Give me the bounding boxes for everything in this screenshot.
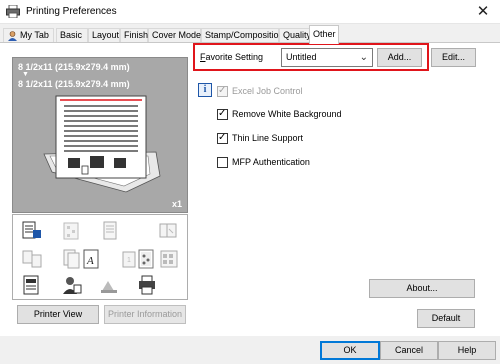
duplex-icon[interactable] <box>61 249 83 269</box>
thin-line-support-label: Thin Line Support <box>232 133 304 143</box>
printer-view-label: Printer View <box>33 309 83 319</box>
tab-label: Layout <box>92 30 120 40</box>
copies-count: x1 <box>171 199 182 209</box>
printer-app-icon <box>6 5 20 18</box>
tab-basic[interactable]: Basic <box>56 28 88 43</box>
close-icon[interactable]: ✕ <box>466 0 500 23</box>
tab-cover-mode[interactable]: Cover Mode <box>148 28 201 43</box>
document-list-icon[interactable] <box>21 275 43 295</box>
scatter-pages-icon[interactable] <box>61 221 83 241</box>
about-label: About... <box>406 283 438 293</box>
default-button[interactable]: Default <box>417 309 475 328</box>
default-label: Default <box>431 313 461 323</box>
page-preview: 8 1/2x11 (215.9x279.4 mm) ▼ 8 1/2x11 (21… <box>12 57 188 213</box>
info-icon: i <box>198 83 212 97</box>
function-icon-panel: A 1 <box>12 214 188 300</box>
cancel-button[interactable]: Cancel <box>380 341 438 360</box>
output-tray-icon[interactable] <box>21 221 43 241</box>
svg-text:1: 1 <box>127 257 131 264</box>
tab-stamp-composition[interactable]: Stamp/Composition <box>201 28 284 43</box>
poster-icon[interactable] <box>137 249 159 269</box>
check-icon: ✓ <box>218 85 227 96</box>
down-arrow-icon: ▼ <box>22 71 29 78</box>
stamp-icon[interactable] <box>99 275 121 295</box>
fold-pages-icon[interactable] <box>157 221 179 241</box>
original-paper-size: 8 1/2x11 (215.9x279.4 mm) <box>18 62 130 72</box>
help-label: Help <box>457 345 477 355</box>
printer-settings-icon[interactable] <box>137 275 159 295</box>
tab-label: Finish <box>124 30 149 40</box>
thin-line-support-checkbox[interactable]: ✓ <box>217 132 228 144</box>
excel-job-control-checkbox[interactable]: ✓ <box>217 85 228 97</box>
highlight-box <box>193 43 429 71</box>
cancel-label: Cancel <box>394 345 423 355</box>
mfp-authentication-checkbox[interactable] <box>217 157 228 168</box>
tab-label: Basic <box>60 30 83 40</box>
printer-view-button[interactable]: Printer View <box>17 305 99 324</box>
about-button[interactable]: About... <box>369 279 475 298</box>
ok-button[interactable]: OK <box>320 341 380 360</box>
remove-white-background-checkbox[interactable]: ✓ <box>217 108 228 120</box>
mfp-authentication-label: MFP Authentication <box>232 157 310 167</box>
user-authentication-icon[interactable] <box>61 275 83 295</box>
output-paper-size: 8 1/2x11 (215.9x279.4 mm) <box>18 79 130 89</box>
color-match-icon[interactable] <box>159 249 181 269</box>
tab-layout[interactable]: Layout <box>88 28 120 43</box>
combination-icon[interactable] <box>21 249 43 269</box>
printer-information-label: Printer Information <box>107 309 183 319</box>
tab-label: Stamp/Composition <box>205 30 284 40</box>
font-substitution-icon[interactable]: A <box>81 249 103 269</box>
tab-label: Other <box>313 29 336 39</box>
edit-favorite-button[interactable]: Edit... <box>431 48 476 67</box>
help-button[interactable]: Help <box>438 341 496 360</box>
check-icon: ✓ <box>218 108 227 119</box>
staple-icon[interactable] <box>99 221 121 241</box>
edit-favorite-label: Edit... <box>441 52 465 62</box>
excel-job-control-label: Excel Job Control <box>232 86 303 96</box>
printer-information-button[interactable]: Printer Information <box>104 305 186 324</box>
ok-label: OK <box>343 345 357 355</box>
window-title: Printing Preferences <box>26 6 117 17</box>
tab-other[interactable]: Other <box>309 25 339 44</box>
svg-text:A: A <box>86 255 94 267</box>
tab-label: Quality <box>283 30 312 40</box>
user-icon <box>8 31 17 41</box>
tab-label: My Tab <box>20 30 49 40</box>
title-bar: Printing Preferences ✕ <box>0 0 500 24</box>
tab-my-tab[interactable]: My Tab <box>3 28 54 43</box>
paper-preview-graphic <box>43 95 161 193</box>
tab-finish[interactable]: Finish <box>120 28 148 43</box>
remove-white-background-label: Remove White Background <box>232 109 342 119</box>
tab-strip: My Tab Basic Layout Finish Cover Mode St… <box>0 24 500 44</box>
tab-quality[interactable]: Quality <box>279 28 312 43</box>
tab-label: Cover Mode <box>152 30 202 40</box>
check-icon: ✓ <box>218 132 227 143</box>
